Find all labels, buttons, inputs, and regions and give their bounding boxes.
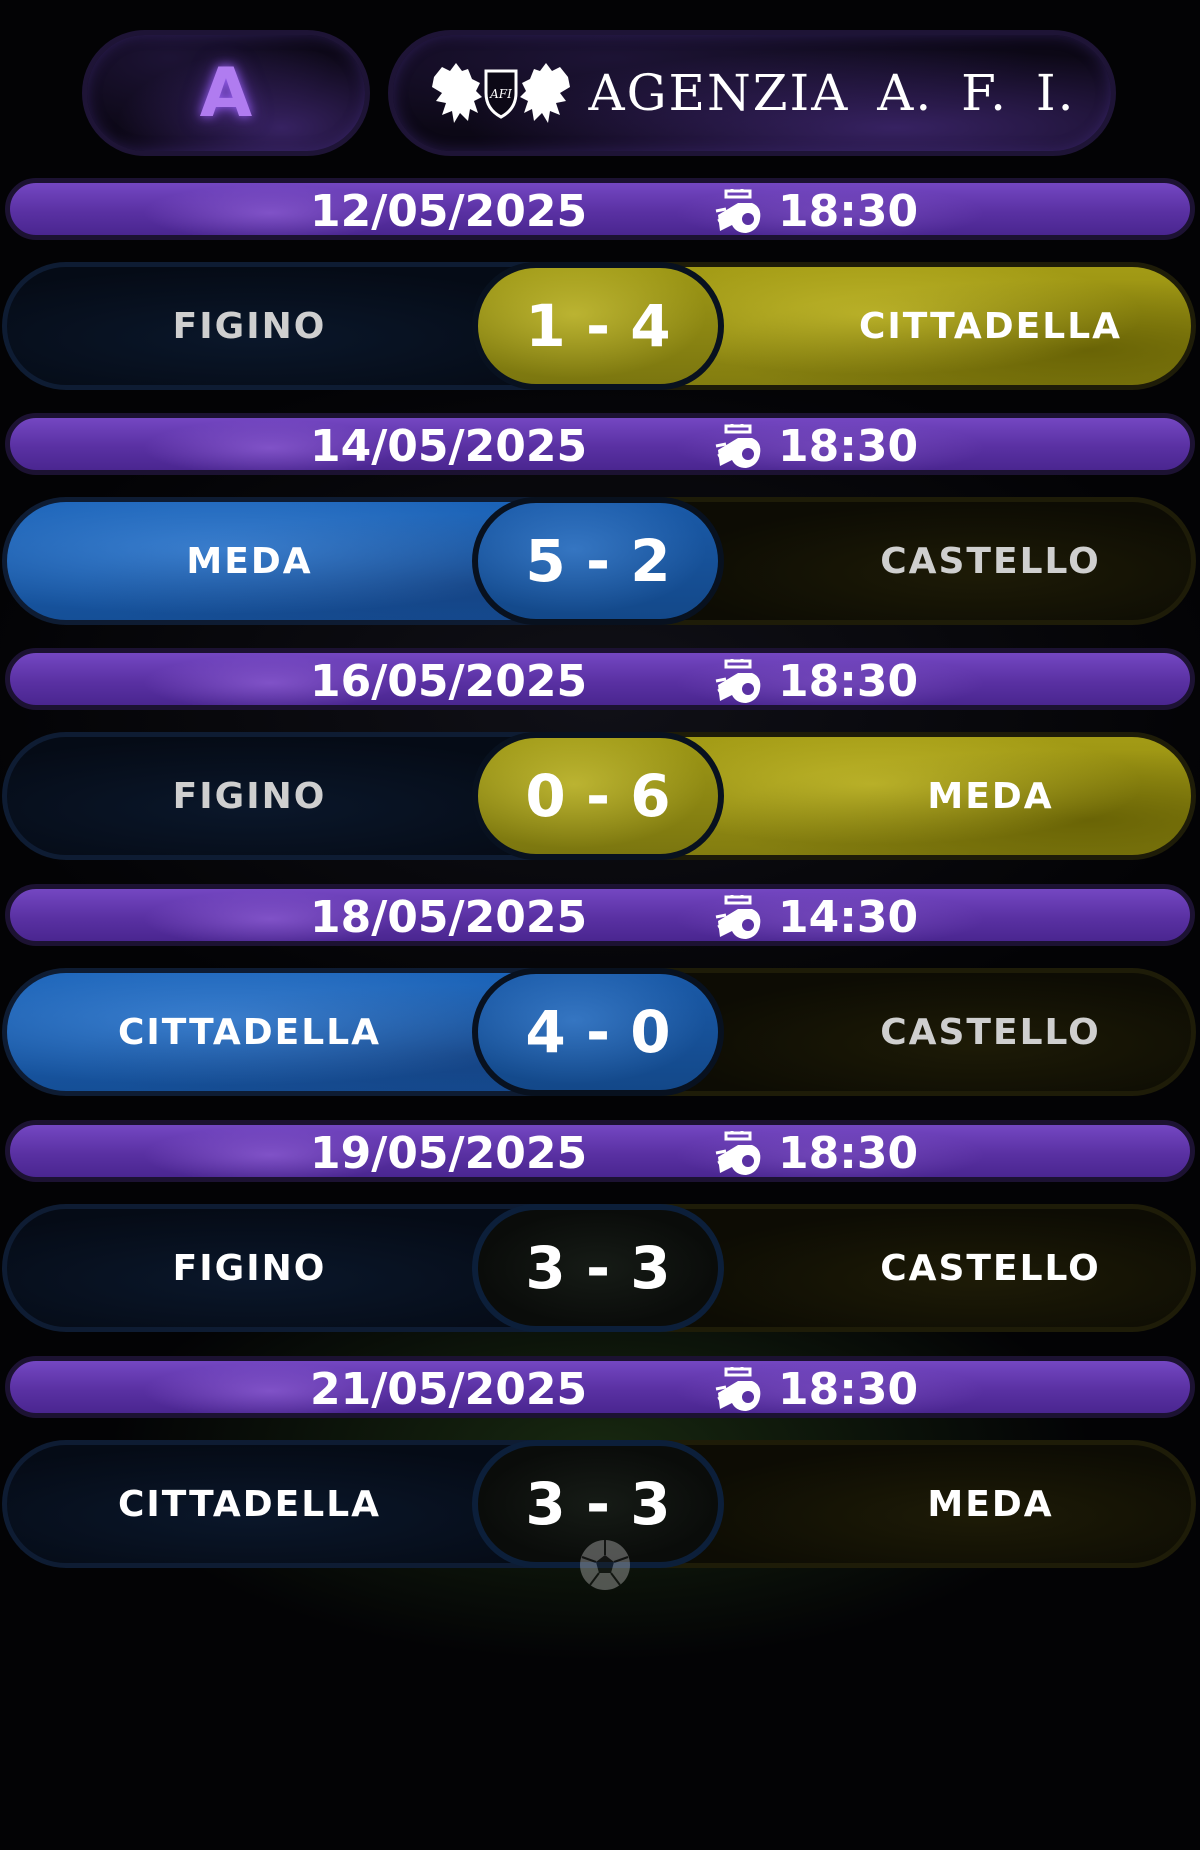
team-bar: FIGINO MEDA 0 - 6 [0,732,1200,864]
soccer-ball-icon [580,1540,630,1590]
team-bar: MEDA CASTELLO 5 - 2 [0,497,1200,629]
whistle-icon [715,424,761,468]
match-time: 18:30 [778,186,919,237]
whistle-icon [715,659,761,703]
away-team: CASTELLO [660,497,1196,625]
brand-name: AGENZIA A. F. I. [588,64,1076,122]
score-badge: 5 - 2 [472,497,724,625]
match-date: 12/05/2025 [310,186,588,237]
date-bar: 12/05/2025 18:30 [5,178,1195,240]
date-bar: 19/05/2025 18:30 [5,1120,1195,1182]
match-score: 3 - 3 [525,1234,671,1302]
home-team-name: CITTADELLA [117,1483,382,1525]
away-team-name: CASTELLO [880,1247,1101,1289]
score-badge: 4 - 0 [472,968,724,1096]
match-score: 5 - 2 [525,527,671,595]
date-bar: 16/05/2025 18:30 [5,648,1195,710]
match-date: 14/05/2025 [310,421,588,472]
match-time: 18:30 [778,421,919,472]
score-badge: 0 - 6 [472,732,724,860]
match-score: 4 - 0 [525,998,671,1066]
match-row: 18/05/2025 14:30 CITTADELLA CASTELLO 4 -… [0,884,1200,1100]
date-bar: 18/05/2025 14:30 [5,884,1195,946]
whistle-icon [715,189,761,233]
away-team-name: CASTELLO [880,1011,1101,1053]
team-bar: FIGINO CITTADELLA 1 - 4 [0,262,1200,394]
team-bar: CITTADELLA CASTELLO 4 - 0 [0,968,1200,1100]
whistle-icon [715,895,761,939]
away-team-name: CITTADELLA [858,305,1123,347]
match-score: 0 - 6 [525,762,671,830]
team-bar: FIGINO CASTELLO 3 - 3 [0,1204,1200,1336]
away-team: MEDA [660,732,1196,860]
home-team-name: CITTADELLA [117,1011,382,1053]
match-time: 18:30 [778,1364,919,1415]
away-team-name: MEDA [927,1483,1054,1525]
series-badge: A [82,30,370,156]
date-bar: 14/05/2025 18:30 [5,413,1195,475]
match-time: 18:30 [778,656,919,707]
home-team-name: FIGINO [172,305,327,347]
svg-text:AFI: AFI [490,87,513,101]
away-team: MEDA [660,1440,1196,1568]
match-row: 19/05/2025 18:30 FIGINO CASTELLO 3 - 3 [0,1120,1200,1336]
score-badge: 1 - 4 [472,262,724,390]
whistle-icon [715,1131,761,1175]
match-row: 14/05/2025 18:30 MEDA CASTELLO 5 - 2 [0,413,1200,629]
match-time: 18:30 [778,1128,919,1179]
match-score: 1 - 4 [525,292,671,360]
away-team: CASTELLO [660,968,1196,1096]
brand-banner: AFI AGENZIA A. F. I. [388,30,1116,156]
away-team: CITTADELLA [660,262,1196,390]
home-team-name: FIGINO [172,1247,327,1289]
match-date: 21/05/2025 [310,1364,588,1415]
home-team-name: MEDA [186,540,313,582]
match-date: 19/05/2025 [310,1128,588,1179]
match-row: 12/05/2025 18:30 FIGINO CITTADELLA 1 - 4 [0,178,1200,394]
match-date: 16/05/2025 [310,656,588,707]
match-score: 3 - 3 [525,1470,671,1538]
score-badge: 3 - 3 [472,1204,724,1332]
series-letter: A [199,53,253,133]
home-team-name: FIGINO [172,775,327,817]
match-row: 16/05/2025 18:30 FIGINO MEDA 0 - 6 [0,648,1200,864]
whistle-icon [715,1367,761,1411]
match-time: 14:30 [778,892,919,943]
away-team-name: CASTELLO [880,540,1101,582]
away-team-name: MEDA [927,775,1054,817]
match-date: 18/05/2025 [310,892,588,943]
lions-crest-logo-icon: AFI [432,63,571,123]
date-bar: 21/05/2025 18:30 [5,1356,1195,1418]
away-team: CASTELLO [660,1204,1196,1332]
